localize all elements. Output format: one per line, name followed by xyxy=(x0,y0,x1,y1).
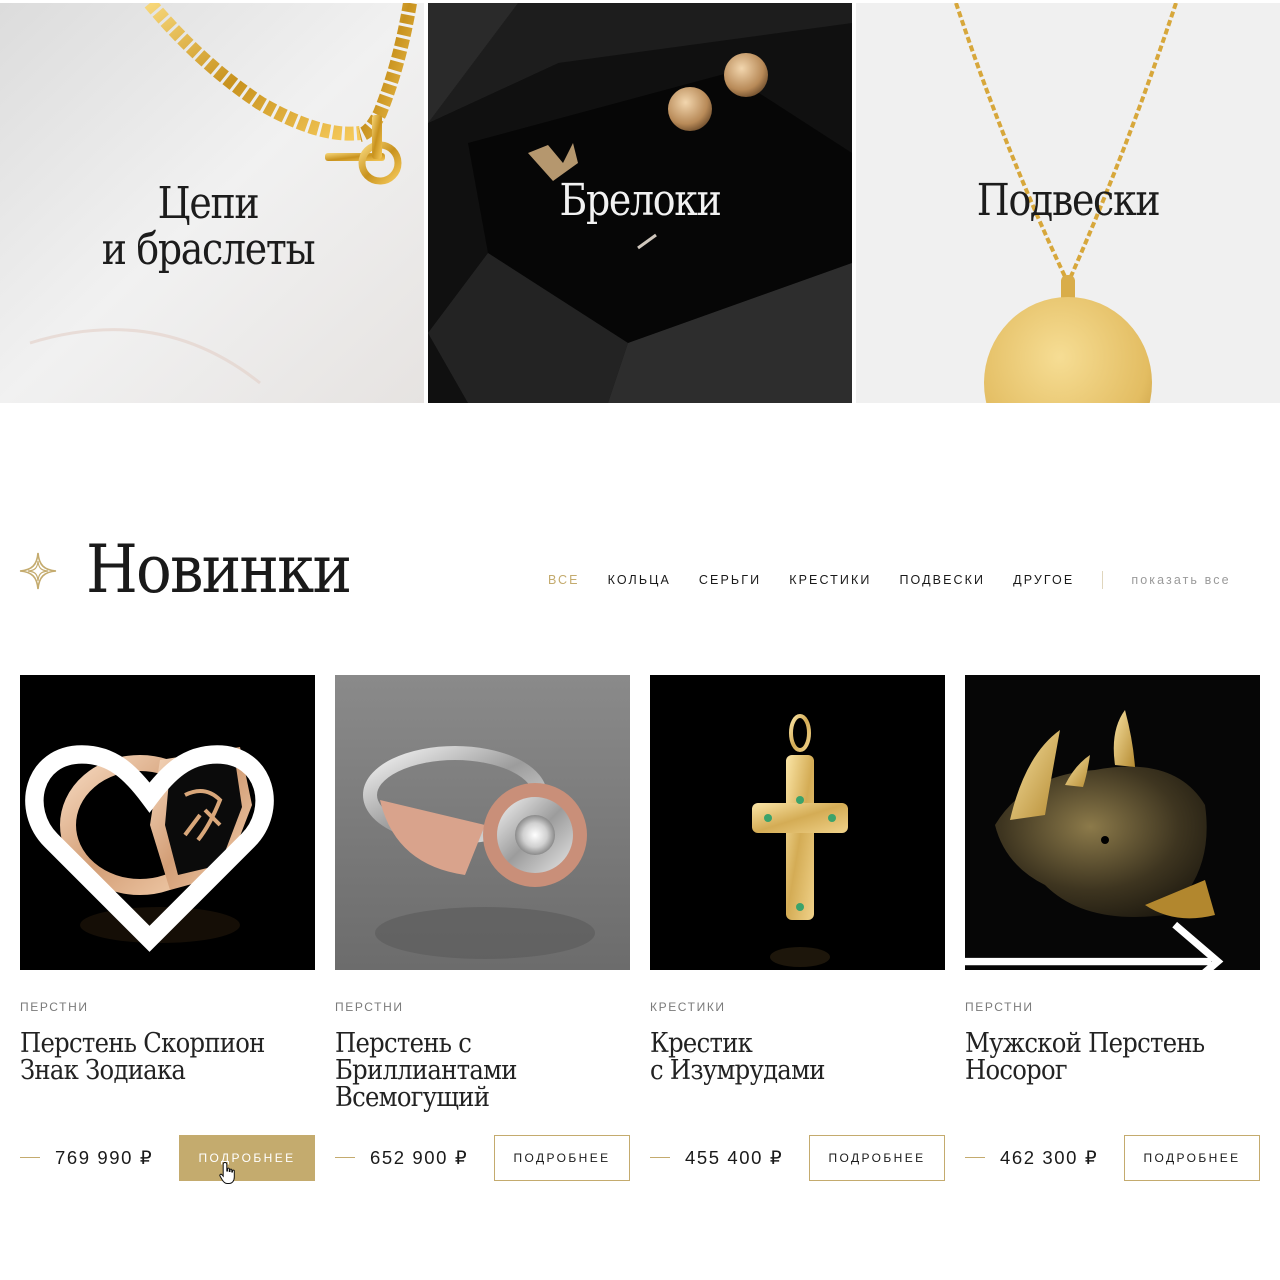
price-dash xyxy=(965,1157,985,1158)
product-image[interactable] xyxy=(20,675,315,970)
product-card: крестики Крестик с Изумрудами 455 400 ₽ … xyxy=(650,675,945,1185)
filter-tab-crosses[interactable]: крестики xyxy=(789,573,871,587)
product-category: перстни xyxy=(335,1000,404,1014)
product-price: 462 300 ₽ xyxy=(1000,1147,1099,1168)
price-row: 652 900 ₽ подробнее xyxy=(335,1135,630,1181)
category-title: Цепи и браслеты xyxy=(101,178,316,275)
filter-tab-pendants[interactable]: подвески xyxy=(899,573,985,587)
price-row: 455 400 ₽ подробнее xyxy=(650,1135,945,1181)
category-title: Брелоки xyxy=(559,175,721,226)
product-name[interactable]: Перстень с Бриллиантами Всемогущий xyxy=(335,1030,596,1111)
price-row: 462 300 ₽ подробнее xyxy=(965,1135,1260,1181)
show-all-link[interactable]: показать все xyxy=(1131,573,1230,587)
filter-tab-rings[interactable]: кольца xyxy=(608,573,671,587)
product-name[interactable]: Мужской Перстень Носорог xyxy=(965,1030,1226,1084)
product-price: 652 900 ₽ xyxy=(370,1147,469,1168)
filter-tab-all[interactable]: все xyxy=(548,573,580,587)
product-card: перстни Перстень с Бриллиантами Всемогущ… xyxy=(335,675,630,1185)
product-name[interactable]: Крестик с Изумрудами xyxy=(650,1030,911,1084)
category-tile-pendants[interactable]: Подвески xyxy=(856,3,1280,403)
cross-pendant-image xyxy=(650,675,945,970)
price-row: 769 990 ₽ подробнее xyxy=(20,1135,315,1181)
filter-tab-other[interactable]: другое xyxy=(1013,573,1074,587)
product-image[interactable] xyxy=(650,675,945,970)
product-image[interactable] xyxy=(965,675,1260,970)
filter-tab-earrings[interactable]: серьги xyxy=(699,573,761,587)
category-tile-charms[interactable]: Брелоки xyxy=(428,3,852,403)
product-image[interactable] xyxy=(335,675,630,970)
product-price: 769 990 ₽ xyxy=(55,1147,154,1168)
filter-tabs: все кольца серьги крестики подвески друг… xyxy=(548,571,1231,589)
category-title: Подвески xyxy=(976,175,1161,226)
category-tile-chains[interactable]: Цепи и браслеты xyxy=(0,3,424,403)
details-button[interactable]: подробнее xyxy=(179,1135,315,1181)
product-name[interactable]: Перстень Скорпион Знак Зодиака xyxy=(20,1030,281,1084)
price-dash xyxy=(20,1157,40,1158)
price-dash xyxy=(650,1157,670,1158)
product-category: крестики xyxy=(650,1000,726,1014)
product-card: перстни Перстень Скорпион Знак Зодиака 7… xyxy=(20,675,315,1185)
product-category: перстни xyxy=(20,1000,89,1014)
arrow-right-icon[interactable] xyxy=(965,814,1230,970)
new-arrivals-header: Новинки все кольца серьги крестики подве… xyxy=(0,530,1280,610)
product-card: перстни Мужской Перстень Носорог 462 300… xyxy=(965,675,1260,1185)
heart-icon[interactable] xyxy=(20,693,297,970)
section-title: Новинки xyxy=(86,531,352,608)
details-button[interactable]: подробнее xyxy=(809,1135,945,1181)
details-button[interactable]: подробнее xyxy=(1124,1135,1260,1181)
sparkle-icon xyxy=(19,552,57,590)
product-category: перстни xyxy=(965,1000,1034,1014)
diamond-ring-image xyxy=(335,675,630,970)
product-price: 455 400 ₽ xyxy=(685,1147,784,1168)
price-dash xyxy=(335,1157,355,1158)
details-button[interactable]: подробнее xyxy=(494,1135,630,1181)
filter-divider xyxy=(1102,571,1104,589)
